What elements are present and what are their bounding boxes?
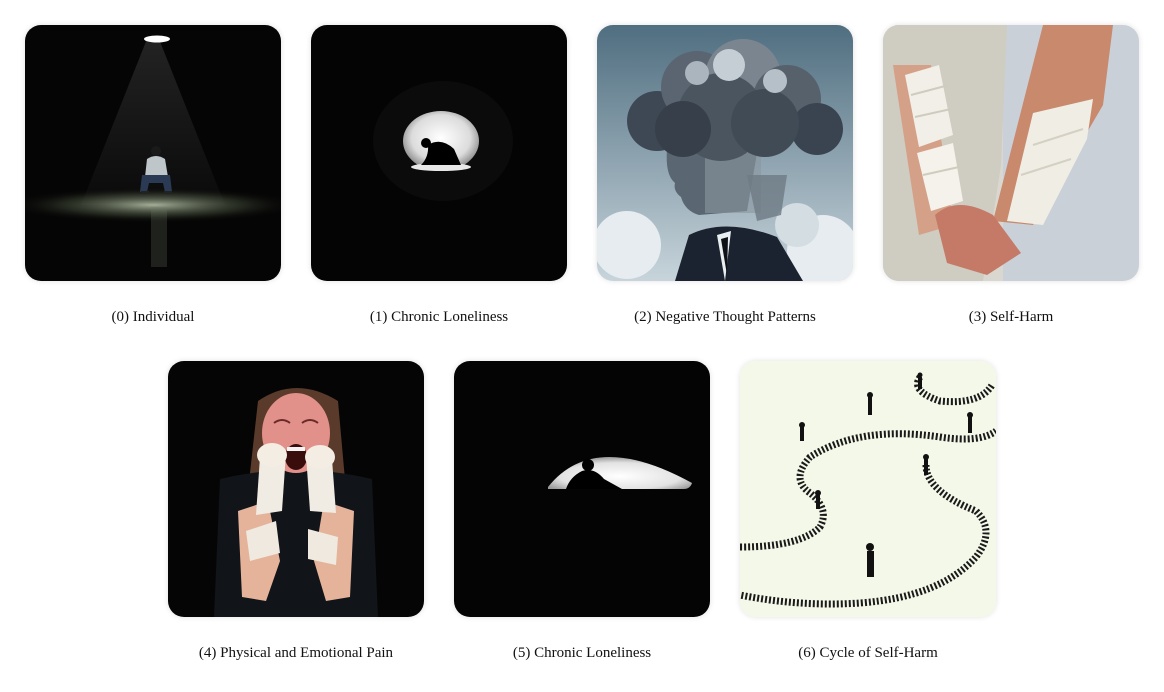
panel-grid: (0) Individual (1) Chronic Loneliness (2… (0, 0, 1164, 692)
panel-6-image (740, 361, 996, 617)
panel-2-caption: (2) Negative Thought Patterns (634, 309, 816, 325)
panel-0-image (25, 25, 281, 281)
panel-0-caption: (0) Individual (111, 309, 195, 325)
panel-1-caption: (1) Chronic Loneliness (369, 309, 509, 325)
panel-4-image (168, 361, 424, 617)
panel-3-image (883, 25, 1139, 281)
panel-6-caption: (6) Cycle of Self-Harm (798, 645, 938, 661)
panel-5-caption: (5) Chronic Loneliness (512, 645, 652, 661)
panel-1-image (311, 25, 567, 281)
panel-3-caption: (3) Self-Harm (968, 309, 1054, 325)
panel-4-caption: (4) Physical and Emotional Pain (198, 645, 394, 661)
panel-5-image (454, 361, 710, 617)
panel-2-image (597, 25, 853, 281)
